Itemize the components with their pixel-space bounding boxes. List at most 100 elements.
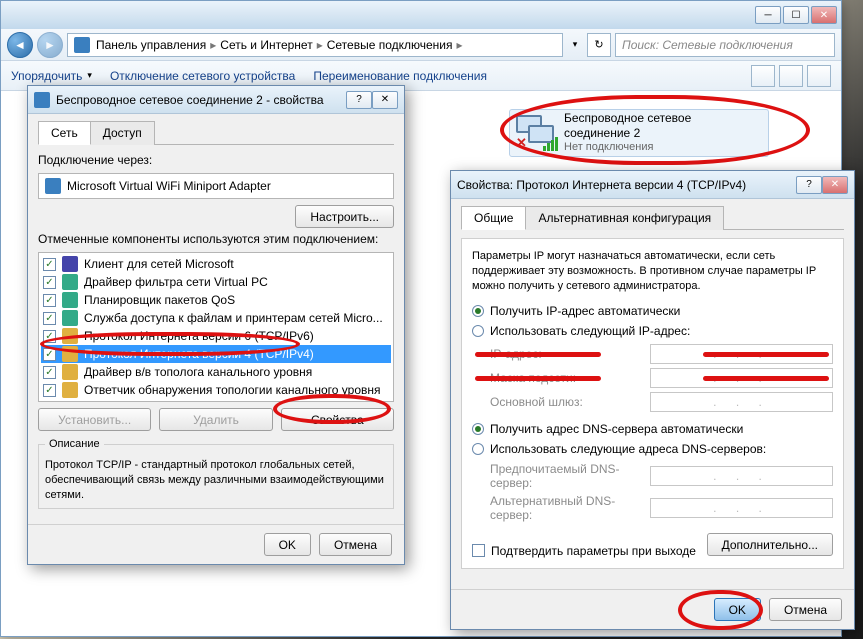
component-item[interactable]: Протокол Интернета версии 6 (TCP/IPv6): [41, 327, 391, 345]
checkbox[interactable]: [43, 330, 56, 343]
component-label: Драйвер в/в тополога канального уровня: [84, 365, 312, 379]
close-button[interactable]: ✕: [822, 176, 848, 194]
network-icon: ✕: [516, 115, 556, 151]
advanced-button[interactable]: Дополнительно...: [707, 533, 833, 556]
dialog-title: Беспроводное сетевое соединение 2 - свой…: [56, 93, 324, 107]
description-text: Протокол TCP/IP - стандартный протокол г…: [45, 459, 384, 501]
ip-address-input[interactable]: . . .: [650, 344, 833, 364]
address-bar: ◄ ► Панель управления ▸ Сеть и Интернет …: [1, 29, 841, 61]
close-button[interactable]: ✕: [372, 91, 398, 109]
checkbox[interactable]: [43, 384, 56, 397]
checkbox[interactable]: [43, 366, 56, 379]
tab-strip: Общие Альтернативная конфигурация: [461, 205, 844, 230]
breadcrumb[interactable]: Панель управления ▸ Сеть и Интернет ▸ Се…: [67, 33, 563, 57]
help-button[interactable]: ?: [796, 176, 822, 194]
component-item[interactable]: Ответчик обнаружения топологии канальног…: [41, 381, 391, 399]
protocol-icon: [62, 328, 78, 344]
checkbox[interactable]: [472, 544, 485, 557]
protocol-icon: [62, 346, 78, 362]
radio-label: Использовать следующие адреса DNS-сервер…: [490, 442, 766, 456]
component-label: Ответчик обнаружения топологии канальног…: [84, 383, 381, 397]
disable-device-button[interactable]: Отключение сетевого устройства: [110, 69, 295, 83]
component-item[interactable]: Драйвер в/в тополога канального уровня: [41, 363, 391, 381]
radio-label: Использовать следующий IP-адрес:: [490, 324, 690, 338]
checkbox[interactable]: [43, 294, 56, 307]
chevron-right-icon: ▸: [210, 38, 216, 52]
checkbox[interactable]: [43, 276, 56, 289]
checkbox[interactable]: [43, 312, 56, 325]
forward-button[interactable]: ►: [37, 32, 63, 58]
radio-icon: [472, 443, 484, 455]
radio-manual-ip[interactable]: Использовать следующий IP-адрес:: [472, 324, 833, 338]
tab-access[interactable]: Доступ: [90, 121, 155, 145]
dns-alt-input[interactable]: . . .: [650, 498, 833, 518]
subnet-mask-input[interactable]: . . .: [650, 368, 833, 388]
components-label: Отмеченные компоненты используются этим …: [38, 232, 394, 246]
component-label: Драйвер фильтра сети Virtual PC: [84, 275, 268, 289]
crumb-2[interactable]: Сетевые подключения: [327, 38, 453, 52]
help-button[interactable]: ?: [346, 91, 372, 109]
dialog-title: Свойства: Протокол Интернета версии 4 (T…: [457, 178, 746, 192]
uninstall-button[interactable]: Удалить: [159, 408, 272, 431]
validate-checkbox-row[interactable]: Подтвердить параметры при выходе: [472, 544, 696, 558]
dns-pref-input[interactable]: . . .: [650, 466, 833, 486]
rename-connection-button[interactable]: Переименование подключения: [313, 69, 487, 83]
tab-alternate[interactable]: Альтернативная конфигурация: [525, 206, 724, 230]
net-item-status: Нет подключения: [564, 141, 691, 155]
component-item[interactable]: Планировщик пакетов QoS: [41, 291, 391, 309]
tab-general[interactable]: Общие: [461, 206, 526, 230]
ok-button[interactable]: OK: [264, 533, 311, 556]
disconnected-icon: ✕: [516, 135, 527, 151]
install-button[interactable]: Установить...: [38, 408, 151, 431]
network-item-wireless-2[interactable]: ✕ Беспроводное сетевое соединение 2 Нет …: [509, 109, 769, 157]
crumb-0[interactable]: Панель управления: [96, 38, 206, 52]
view-dropdown[interactable]: [779, 65, 803, 87]
subnet-mask-label: Маска подсети:: [490, 371, 650, 385]
component-label: Протокол Интернета версии 4 (TCP/IPv4): [84, 347, 314, 361]
service-icon: [62, 274, 78, 290]
search-input[interactable]: Поиск: Сетевые подключения: [615, 33, 835, 57]
component-item[interactable]: Клиент для сетей Microsoft: [41, 255, 391, 273]
ok-button[interactable]: OK: [714, 598, 761, 621]
history-dropdown[interactable]: ▾: [567, 39, 583, 50]
description-group: Описание Протокол TCP/IP - стандартный п…: [38, 437, 394, 509]
cancel-button[interactable]: Отмена: [769, 598, 842, 621]
gateway-input[interactable]: . . .: [650, 392, 833, 412]
refresh-button[interactable]: ↻: [587, 33, 611, 57]
dns-alt-label: Альтернативный DNS-сервер:: [490, 494, 650, 522]
close-button[interactable]: ✕: [811, 6, 837, 24]
component-item[interactable]: Драйвер фильтра сети Virtual PC: [41, 273, 391, 291]
adapter-field: Microsoft Virtual WiFi Miniport Adapter: [38, 173, 394, 199]
checkbox[interactable]: [43, 258, 56, 271]
net-item-title1: Беспроводное сетевое: [564, 111, 691, 126]
configure-button[interactable]: Настроить...: [295, 205, 394, 228]
cancel-button[interactable]: Отмена: [319, 533, 392, 556]
organize-menu[interactable]: Упорядочить: [11, 69, 92, 83]
radio-manual-dns[interactable]: Использовать следующие адреса DNS-сервер…: [472, 442, 833, 456]
component-item[interactable]: Служба доступа к файлам и принтерам сете…: [41, 309, 391, 327]
description-header: Описание: [45, 437, 104, 452]
chevron-right-icon: ▸: [317, 38, 323, 52]
components-list[interactable]: Клиент для сетей Microsoft Драйвер фильт…: [38, 252, 394, 402]
checkbox[interactable]: [43, 348, 56, 361]
crumb-1[interactable]: Сеть и Интернет: [220, 38, 312, 52]
component-item-ipv4[interactable]: Протокол Интернета версии 4 (TCP/IPv4): [41, 345, 391, 363]
ip-address-label: IP-адрес:: [490, 347, 650, 361]
properties-button[interactable]: Свойства: [281, 408, 394, 431]
radio-label: Получить IP-адрес автоматически: [490, 304, 680, 318]
maximize-button[interactable]: ☐: [783, 6, 809, 24]
radio-icon: [472, 423, 484, 435]
radio-auto-ip[interactable]: Получить IP-адрес автоматически: [472, 304, 833, 318]
minimize-button[interactable]: ─: [755, 6, 781, 24]
connect-using-label: Подключение через:: [38, 153, 394, 167]
protocol-icon: [62, 364, 78, 380]
protocol-icon: [62, 382, 78, 398]
help-button[interactable]: [807, 65, 831, 87]
component-label: Служба доступа к файлам и принтерам сете…: [84, 311, 383, 325]
component-label: Протокол Интернета версии 6 (TCP/IPv6): [84, 329, 314, 343]
view-button[interactable]: [751, 65, 775, 87]
back-button[interactable]: ◄: [7, 32, 33, 58]
tab-network[interactable]: Сеть: [38, 121, 91, 145]
radio-auto-dns[interactable]: Получить адрес DNS-сервера автоматически: [472, 422, 833, 436]
chevron-right-icon: ▸: [457, 38, 463, 52]
